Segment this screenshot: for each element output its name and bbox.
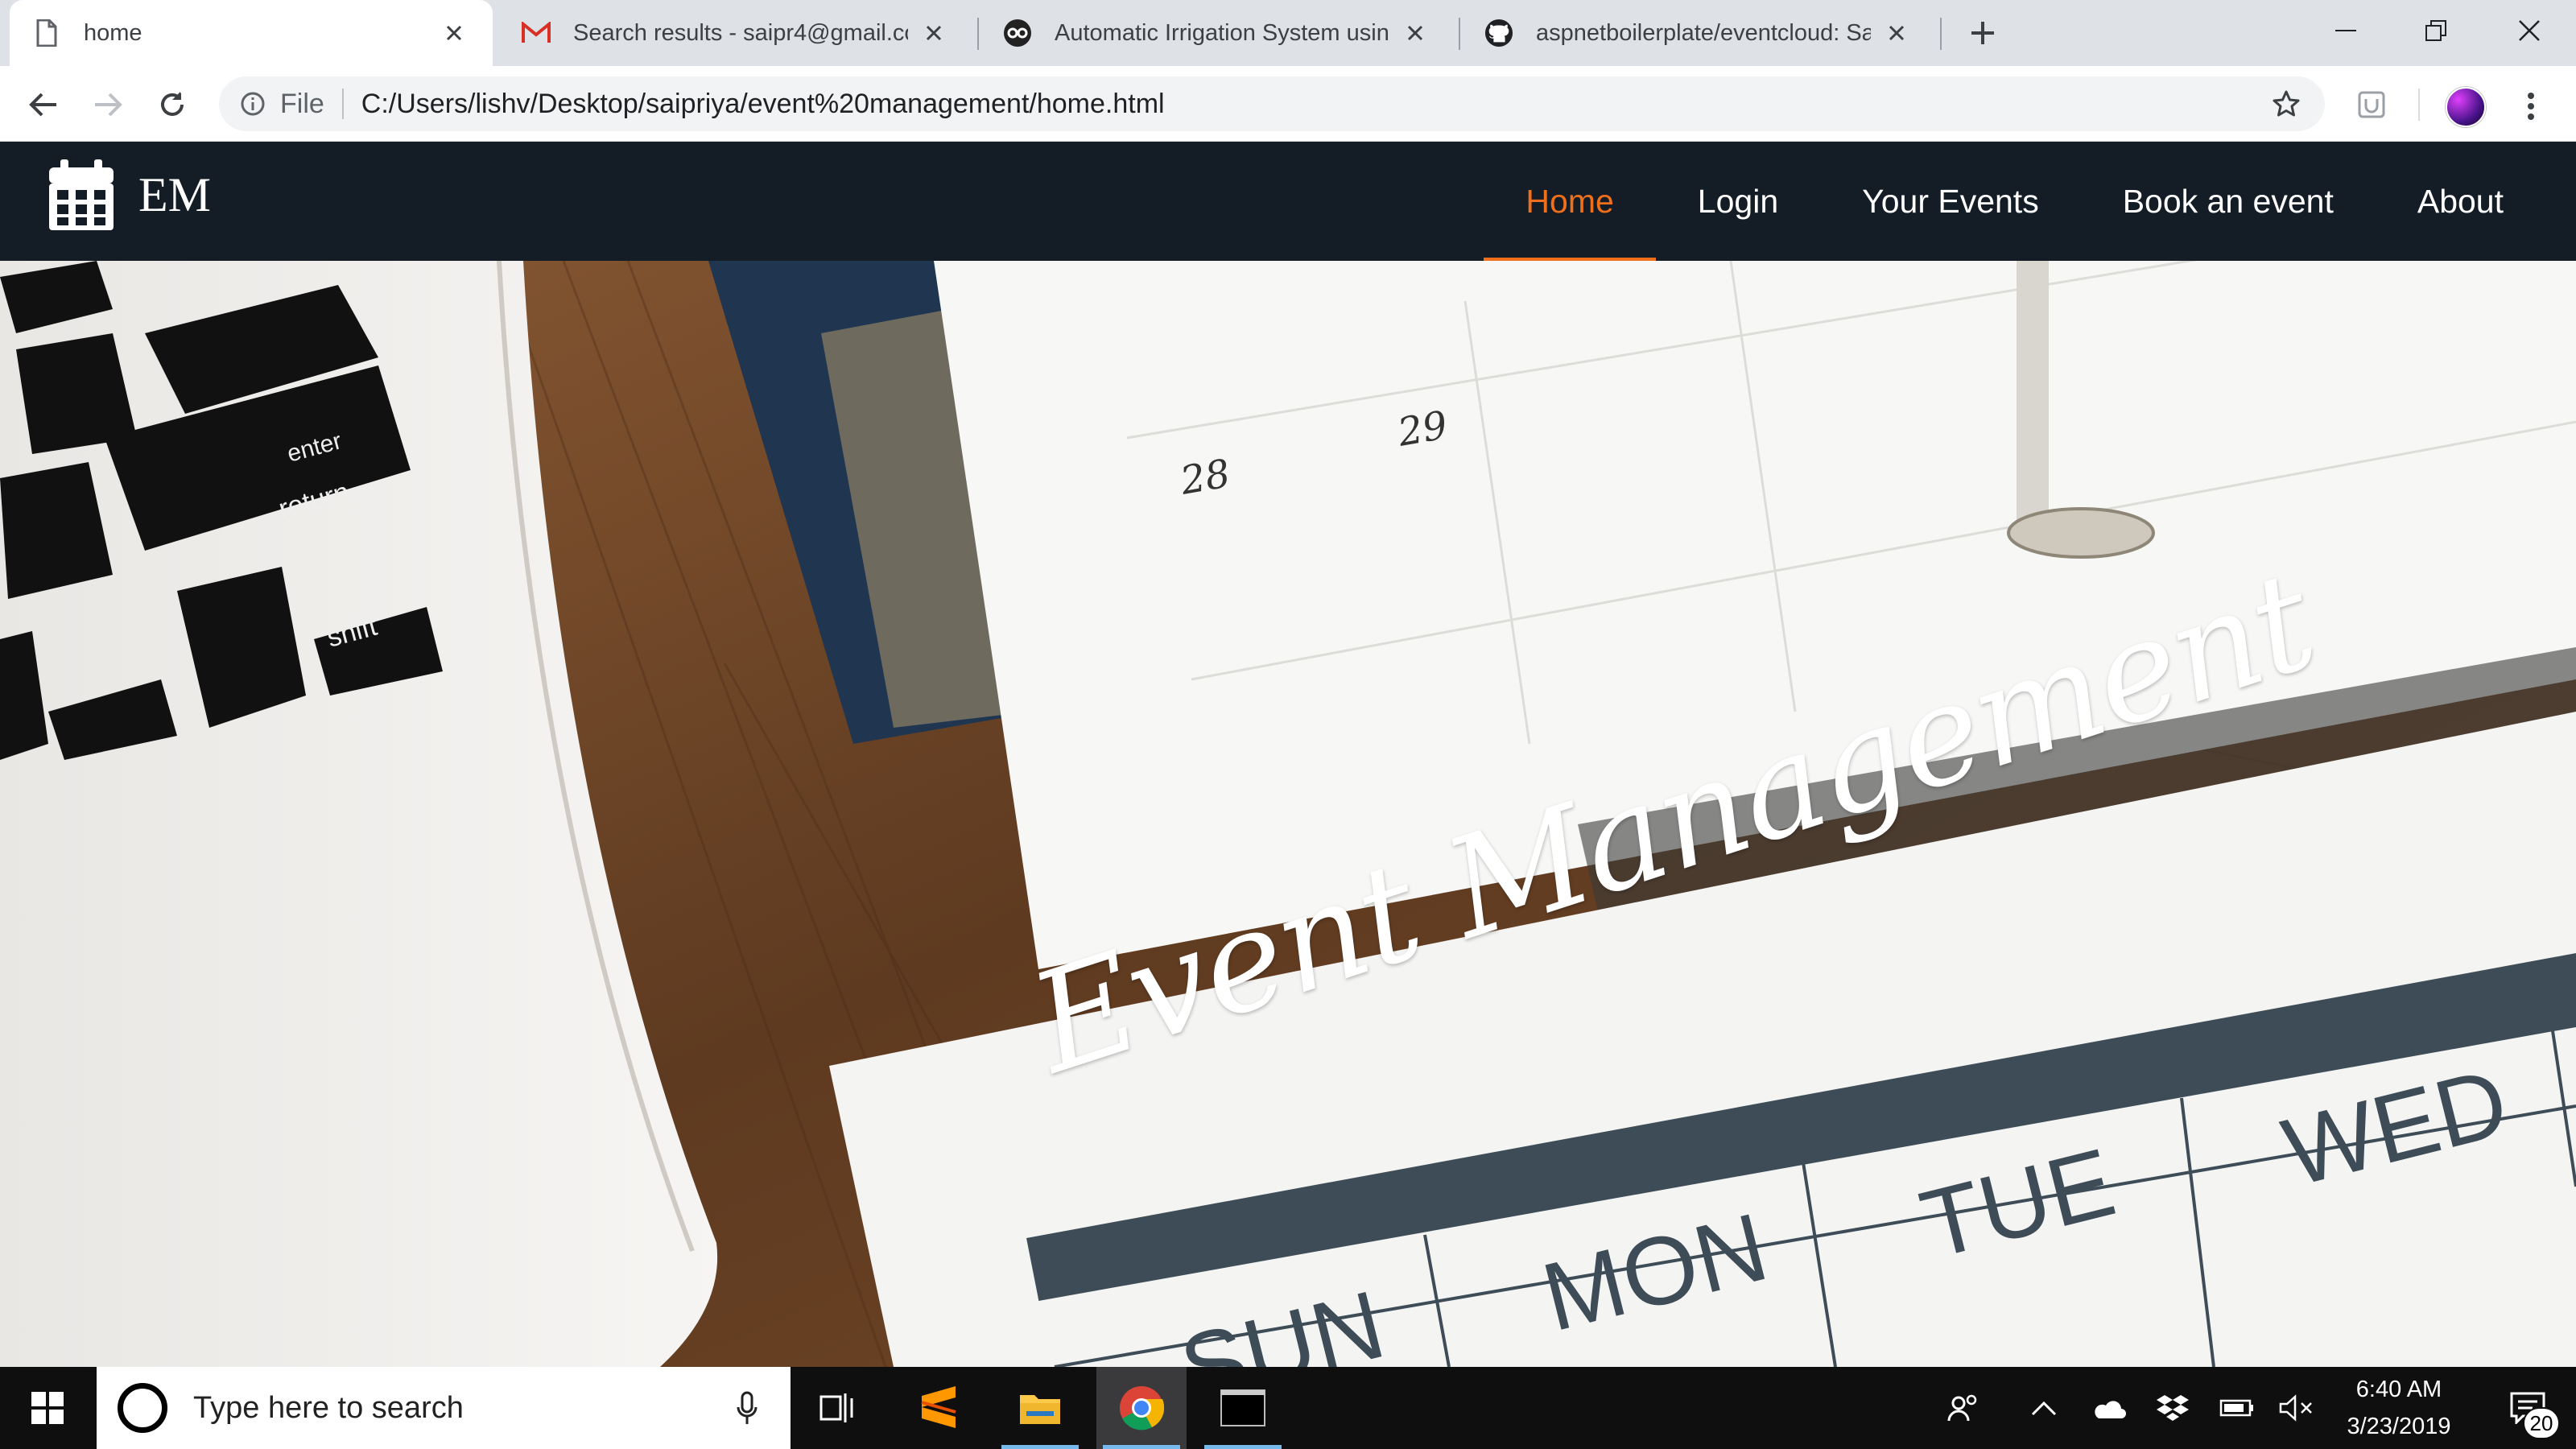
brand[interactable]: EM <box>48 158 211 232</box>
page-viewport: EM Home Login Your Events Book an event … <box>0 142 2576 1367</box>
task-view-button[interactable] <box>792 1367 882 1449</box>
omnibox-divider <box>341 89 344 119</box>
document-icon <box>32 19 61 47</box>
browser-toolbar: File C:/Users/lishv/Desktop/saipriya/eve… <box>0 66 2576 142</box>
close-icon[interactable] <box>1880 17 1913 49</box>
nav-about[interactable]: About <box>2376 142 2545 261</box>
close-icon <box>2519 20 2540 41</box>
calendar-icon <box>48 158 114 232</box>
taskbar: Type here to search 6:40 AM 3/23/2019 20 <box>0 1367 2576 1449</box>
close-icon[interactable] <box>438 17 470 49</box>
dropbox-icon[interactable] <box>2145 1367 2201 1449</box>
reload-icon <box>161 92 184 116</box>
restore-icon <box>2425 20 2446 41</box>
nav-links: Home Login Your Events Book an event Abo… <box>1484 142 2545 261</box>
sublime-text-app[interactable] <box>894 1367 984 1449</box>
menu-button[interactable] <box>2515 89 2547 124</box>
action-center-button[interactable]: 20 <box>2487 1367 2568 1449</box>
microphone-icon[interactable] <box>733 1391 762 1426</box>
start-button[interactable] <box>0 1367 95 1449</box>
search-input[interactable]: Type here to search <box>193 1391 464 1426</box>
folder-icon <box>1020 1395 1060 1424</box>
clock-date: 3/23/2019 <box>2347 1414 2451 1439</box>
tab-separator <box>977 18 979 50</box>
tab-gmail[interactable]: Search results - saipr4@gmail.com <box>499 0 972 66</box>
onedrive-icon[interactable] <box>2080 1367 2136 1449</box>
nav-login[interactable]: Login <box>1656 142 1820 261</box>
brand-name: EM <box>138 167 211 221</box>
star-icon[interactable] <box>2270 88 2302 120</box>
scheme-label: File <box>280 88 324 119</box>
minimize-icon <box>2335 30 2356 31</box>
tab-instructables[interactable]: Automatic Irrigation System using <box>980 0 1454 66</box>
tab-title: Automatic Irrigation System using <box>1055 19 1389 46</box>
more-vert-icon <box>2528 93 2534 120</box>
people-icon[interactable] <box>1935 1367 1992 1449</box>
hero-banner: enter return shift 28 29 SUN MON TUE WED… <box>0 261 2576 1367</box>
file-explorer-app[interactable] <box>995 1367 1085 1449</box>
system-clock[interactable]: 6:40 AM 3/23/2019 <box>2318 1367 2479 1449</box>
minimize-button[interactable] <box>2301 0 2391 61</box>
arrow-left-icon <box>29 93 56 117</box>
tab-separator <box>1940 18 1942 50</box>
address-bar[interactable]: File C:/Users/lishv/Desktop/saipriya/eve… <box>219 76 2325 131</box>
calendar-number-28: 28 <box>1176 451 1233 504</box>
task-view-icon <box>819 1393 853 1422</box>
taskbar-search[interactable]: Type here to search <box>97 1367 791 1449</box>
window-close-button[interactable] <box>2484 0 2574 61</box>
calendar-number-29: 29 <box>1393 402 1451 456</box>
reload-button[interactable] <box>150 82 195 127</box>
new-tab-button[interactable] <box>1964 14 2001 52</box>
terminal-app[interactable] <box>1198 1367 1288 1449</box>
url-text[interactable]: C:/Users/lishv/Desktop/saipriya/event%20… <box>361 89 1165 120</box>
tab-strip: home Search results - saipr4@gmail.com A… <box>0 0 2576 66</box>
back-button[interactable] <box>21 82 66 127</box>
site-navbar: EM Home Login Your Events Book an event … <box>0 142 2576 261</box>
forward-button[interactable] <box>85 82 130 127</box>
extension-icon[interactable] <box>2355 89 2388 121</box>
nav-home[interactable]: Home <box>1484 142 1657 261</box>
info-icon[interactable] <box>238 89 267 118</box>
github-icon <box>1484 19 1513 47</box>
chrome-icon <box>1120 1386 1164 1430</box>
chrome-app[interactable] <box>1096 1367 1187 1449</box>
hero-image: enter return shift 28 29 SUN MON TUE WED <box>0 261 2576 1367</box>
windows-icon <box>31 1392 64 1424</box>
close-icon[interactable] <box>918 17 950 49</box>
gmail-icon <box>522 19 551 47</box>
avatar[interactable] <box>2446 87 2486 127</box>
plus-icon <box>1971 22 1994 44</box>
tab-title: aspnetboilerplate/eventcloud: Sa <box>1536 19 1871 46</box>
instructables-icon <box>1003 19 1032 47</box>
tab-title: Search results - saipr4@gmail.com <box>573 19 908 46</box>
restore-button[interactable] <box>2391 0 2481 61</box>
notification-badge: 20 <box>2523 1407 2560 1439</box>
tab-github[interactable]: aspnetboilerplate/eventcloud: Sa <box>1462 0 1935 66</box>
clock-time: 6:40 AM <box>2355 1377 2442 1402</box>
nav-book-an-event[interactable]: Book an event <box>2081 142 2376 261</box>
sublime-text-icon <box>921 1386 956 1428</box>
battery-icon[interactable] <box>2209 1367 2265 1449</box>
nav-your-events[interactable]: Your Events <box>1820 142 2081 261</box>
tab-home[interactable]: home <box>10 0 493 66</box>
chevron-up-icon[interactable] <box>2016 1367 2072 1449</box>
tab-title: home <box>84 19 142 46</box>
arrow-right-icon <box>95 93 122 117</box>
cortana-icon <box>118 1383 167 1433</box>
toolbar-separator <box>2418 89 2420 121</box>
terminal-icon <box>1220 1389 1265 1426</box>
volume-muted-icon[interactable] <box>2268 1367 2325 1449</box>
close-icon[interactable] <box>1399 17 1431 49</box>
tab-separator <box>1459 18 1460 50</box>
